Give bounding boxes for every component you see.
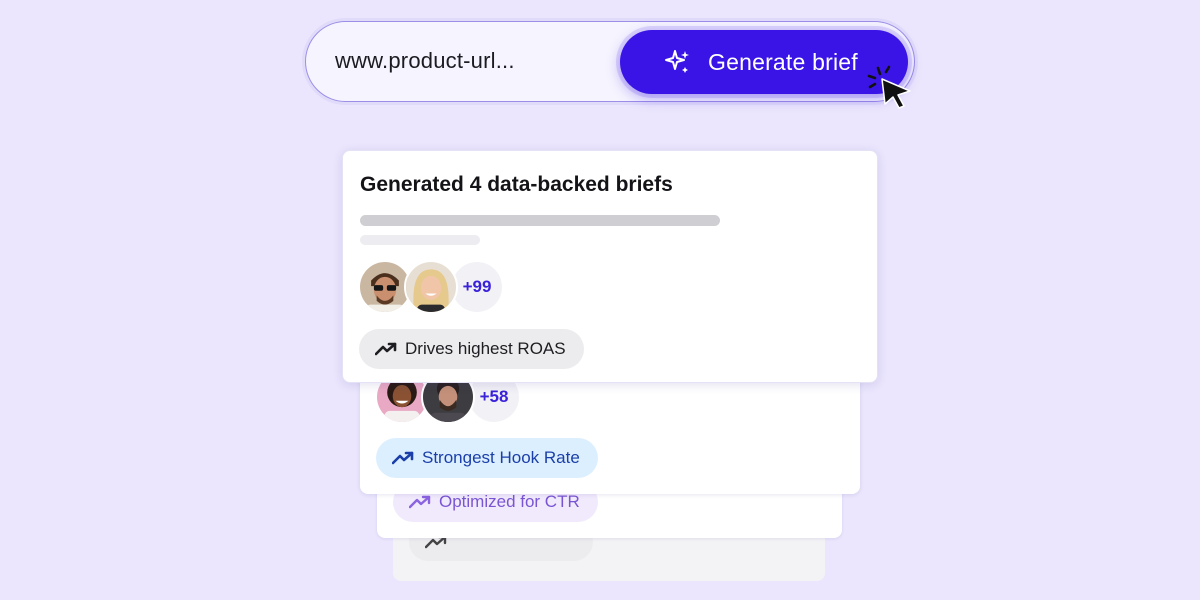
brief-tag-1: Drives highest ROAS — [359, 329, 584, 369]
card-title: Generated 4 data-backed briefs — [360, 173, 673, 196]
trending-up-icon — [392, 451, 414, 465]
sparkle-icon — [665, 50, 689, 73]
generate-brief-button[interactable]: Generate brief — [620, 30, 908, 94]
url-input[interactable]: www.product-url... — [335, 22, 515, 100]
generate-brief-label: Generate brief — [708, 48, 858, 75]
avatar — [404, 260, 458, 314]
ad-brief-generator: Optimized for CTR +58 Strongest Hook Rat… — [0, 0, 1200, 600]
brief-tag-2: Strongest Hook Rate — [376, 438, 598, 478]
brief-avatars-1: +99 — [358, 260, 504, 314]
url-input-bar: www.product-url... Generate brief — [305, 21, 915, 102]
trending-up-icon — [409, 495, 431, 509]
more-count: +99 — [450, 260, 504, 314]
brief-tag-label: Strongest Hook Rate — [422, 448, 580, 467]
brief-tag-label: Optimized for CTR — [439, 492, 580, 511]
brief-card-1[interactable]: Generated 4 data-backed briefs +99 Drive… — [342, 150, 878, 383]
skeleton-line — [360, 235, 480, 245]
cursor-click-icon — [867, 65, 911, 109]
skeleton-line — [360, 215, 720, 226]
brief-tag-label: Drives highest ROAS — [405, 339, 566, 358]
brief-card-2[interactable]: +58 Strongest Hook Rate — [360, 365, 860, 494]
trending-up-icon — [375, 342, 397, 356]
